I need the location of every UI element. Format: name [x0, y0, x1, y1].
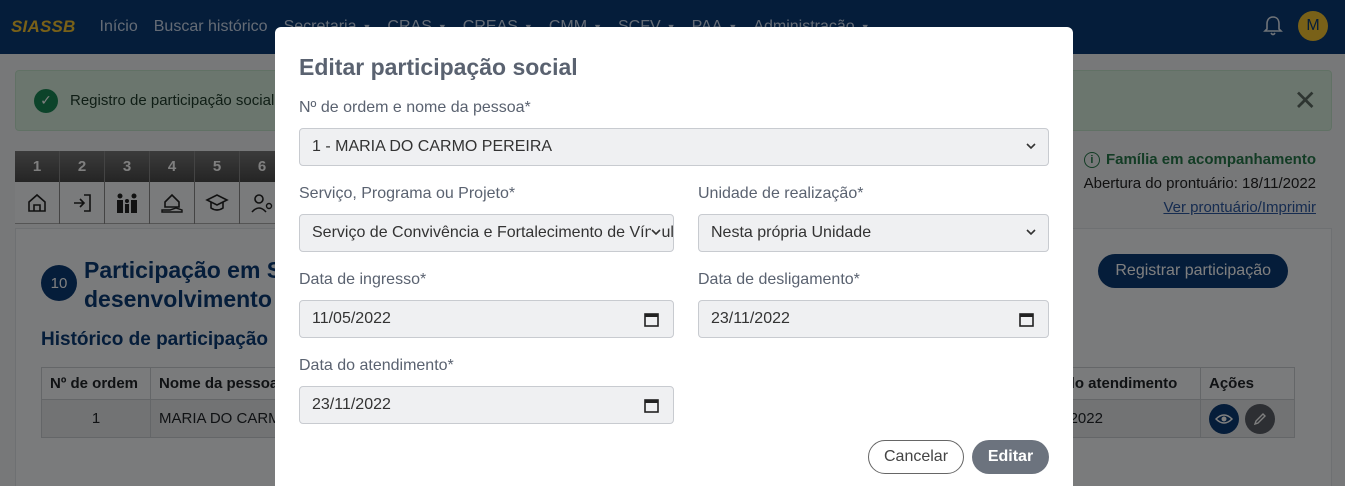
- atendimento-label: Data do atendimento*: [299, 357, 454, 374]
- pessoa-select-value: 1 - MARIA DO CARMO PEREIRA: [312, 138, 553, 155]
- pessoa-select[interactable]: 1 - MARIA DO CARMO PEREIRA: [299, 128, 1049, 166]
- chevron-down-icon: [1026, 229, 1036, 236]
- calendar-icon[interactable]: [644, 312, 659, 327]
- chevron-down-icon: [651, 227, 661, 237]
- modal-title: Editar participação social: [299, 54, 578, 80]
- atendimento-value: 23/11/2022: [312, 396, 391, 413]
- pessoa-label: Nº de ordem e nome da pessoa*: [299, 99, 531, 116]
- cancel-button[interactable]: Cancelar: [868, 440, 964, 474]
- unidade-label: Unidade de realização*: [698, 185, 864, 202]
- desligamento-date-input[interactable]: 23/11/2022: [698, 300, 1049, 338]
- ingresso-label: Data de ingresso*: [299, 271, 427, 288]
- servico-select-value: Serviço de Convivência e Fortalecimento …: [312, 224, 674, 241]
- unidade-select[interactable]: Nesta própria Unidade: [698, 214, 1049, 252]
- atendimento-date-input[interactable]: 23/11/2022: [299, 386, 674, 424]
- unidade-select-value: Nesta própria Unidade: [711, 224, 872, 241]
- calendar-icon[interactable]: [1019, 312, 1034, 327]
- edit-button[interactable]: Editar: [972, 440, 1049, 474]
- editar-participacao-modal: Editar participação social Nº de ordem e…: [275, 27, 1073, 486]
- desligamento-value: 23/11/2022: [711, 310, 790, 327]
- servico-label: Serviço, Programa ou Projeto*: [299, 185, 516, 202]
- ingresso-value: 11/05/2022: [312, 310, 391, 327]
- calendar-icon[interactable]: [644, 398, 659, 413]
- ingresso-date-input[interactable]: 11/05/2022: [299, 300, 674, 338]
- servico-select[interactable]: Serviço de Convivência e Fortalecimento …: [299, 214, 674, 252]
- desligamento-label: Data de desligamento*: [698, 271, 860, 288]
- chevron-down-icon: [1026, 143, 1036, 150]
